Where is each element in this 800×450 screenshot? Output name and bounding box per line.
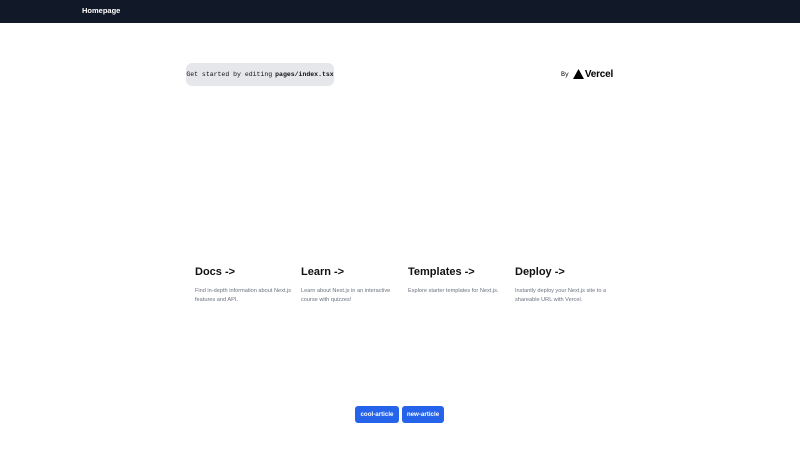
card-templates[interactable]: Templates -> Explore starter templates f… [408,265,508,296]
vercel-logo: Vercel [572,68,614,80]
card-title: Learn -> [301,266,345,278]
card-description: Find in-depth information about Next.js … [195,288,292,303]
card-title: Docs -> [195,266,236,278]
card-description: Learn about Next.js in an interactive co… [301,288,391,303]
homepage-link[interactable]: Homepage [82,6,120,15]
by-label: By [561,70,569,78]
card-learn[interactable]: Learn -> Learn about Next.js in an inter… [301,265,401,305]
get-started-text: Get started by editing [186,71,273,78]
card-docs[interactable]: Docs -> Find in-depth information about … [195,265,295,305]
triangle-icon [572,69,584,79]
file-path: pages/index.tsx [275,71,334,78]
card-description: Explore starter templates for Next.js. [408,288,499,294]
cool-article-button[interactable]: cool-article [355,406,399,423]
navbar: Homepage [0,0,800,23]
vercel-link[interactable]: By Vercel [561,67,613,81]
card-description: Instantly deploy your Next.js site to a … [515,288,607,303]
card-title: Deploy -> [515,266,565,278]
new-article-button[interactable]: new-article [402,406,444,423]
vercel-wordmark: Vercel [584,68,614,80]
card-deploy[interactable]: Deploy -> Instantly deploy your Next.js … [515,265,615,305]
card-title: Templates -> [408,266,475,278]
get-started-box: Get started by editing pages/index.tsx [186,63,334,86]
